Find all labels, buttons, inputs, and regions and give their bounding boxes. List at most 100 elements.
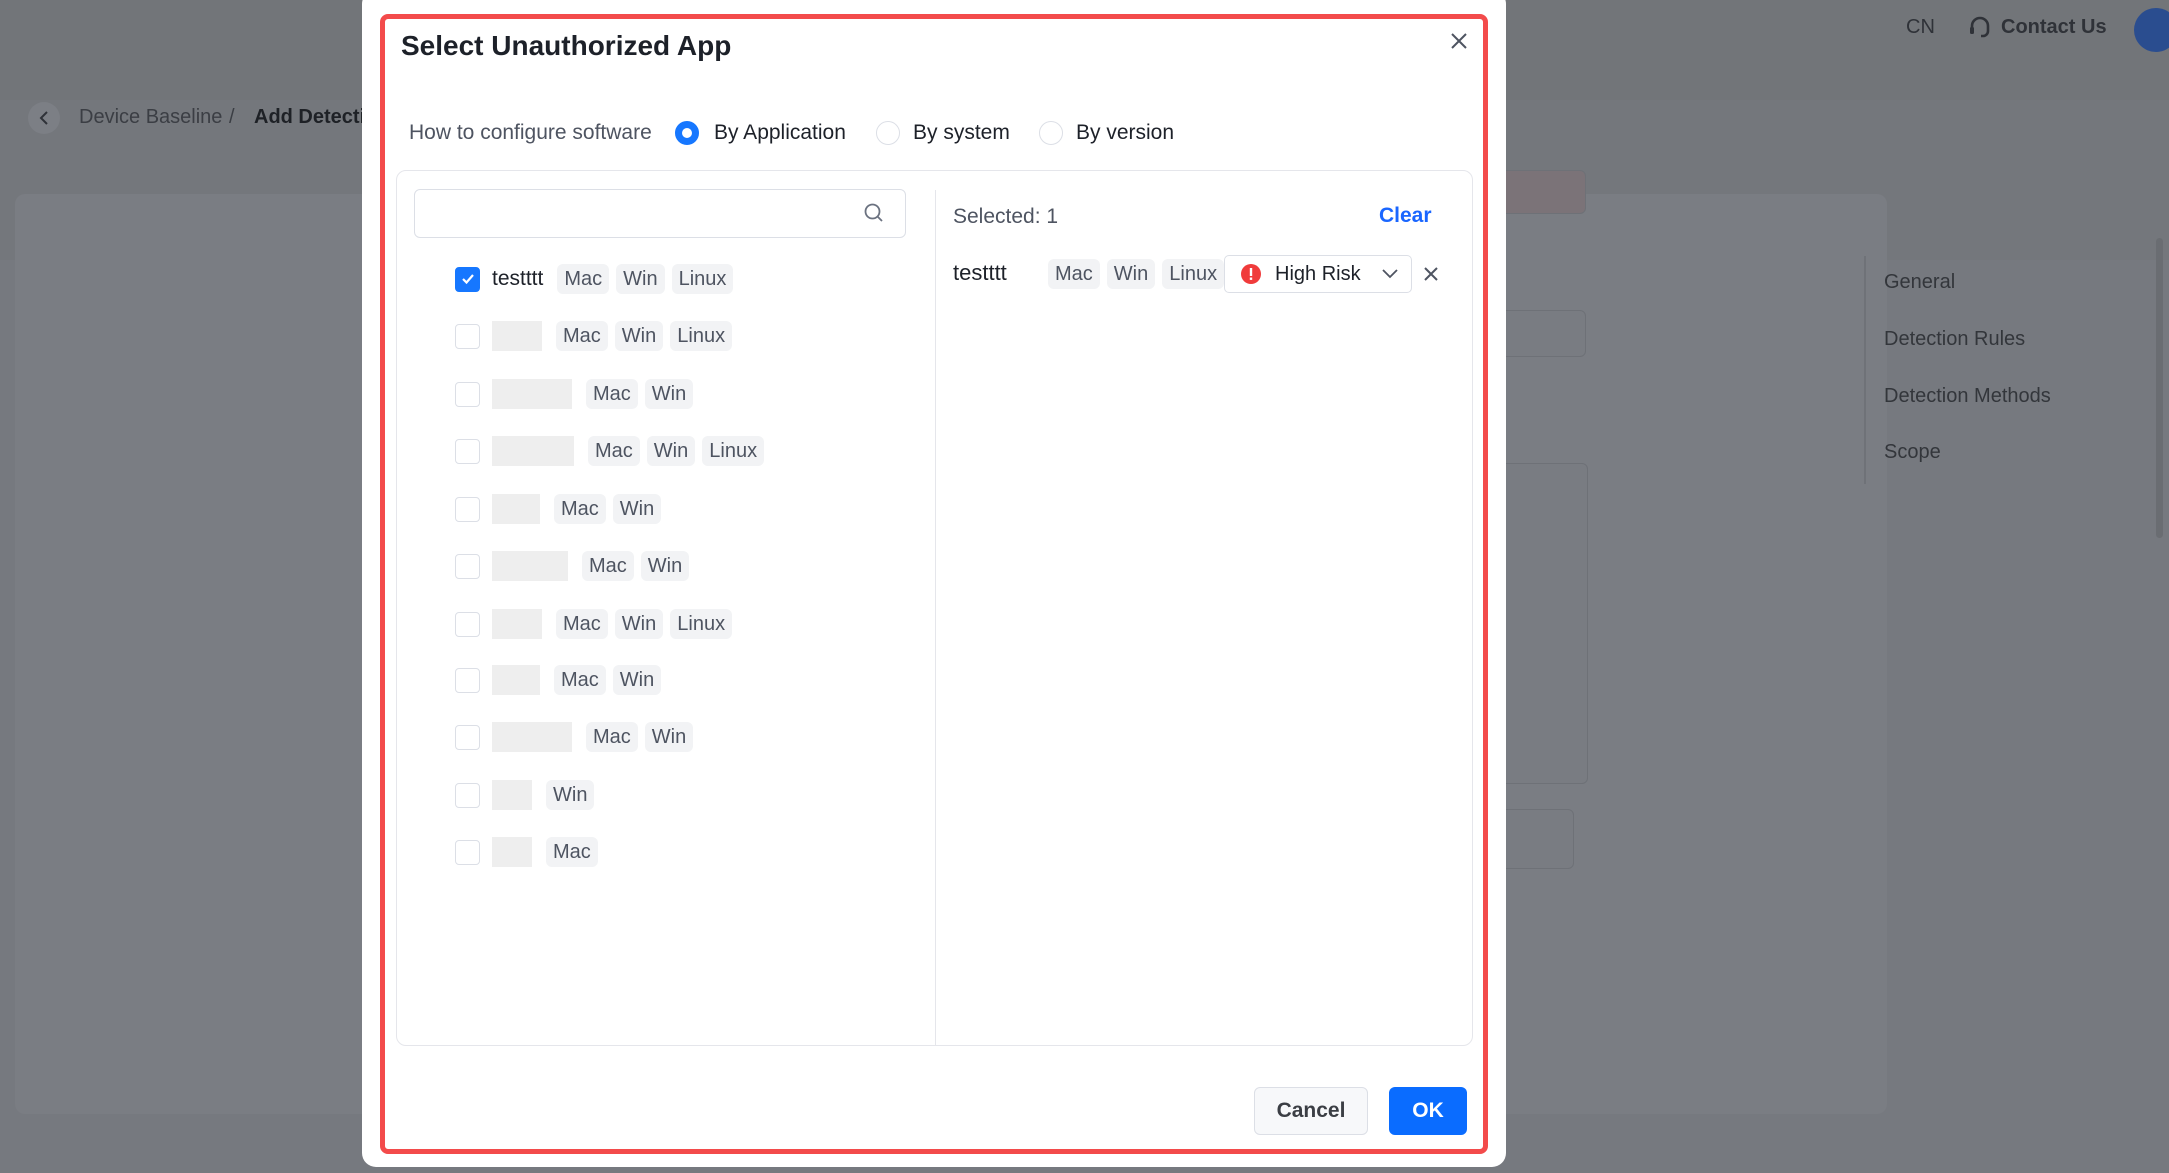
chevron-left-icon (39, 111, 48, 125)
nav-detection-methods[interactable]: Detection Methods (1884, 385, 2051, 408)
redacted-app-name (492, 436, 574, 466)
selected-item-name: testttt (953, 260, 1007, 285)
checkbox[interactable] (455, 496, 480, 522)
breadcrumb-separator: / (229, 106, 235, 128)
list-item[interactable]: Mac Win (455, 664, 668, 696)
tag-mac: Mac (582, 551, 634, 581)
checkbox[interactable] (455, 266, 480, 292)
checkbox[interactable] (455, 782, 480, 808)
tag-linux: Linux (670, 321, 733, 351)
search-icon[interactable] (863, 202, 885, 224)
ok-button[interactable]: OK (1389, 1087, 1467, 1135)
tag-mac: Mac (586, 379, 638, 409)
nav-general[interactable]: General (1884, 271, 1955, 294)
tag-win: Win (640, 551, 690, 581)
tag-linux: Linux (702, 436, 765, 466)
risk-level-value: High Risk (1275, 262, 1361, 285)
platform-tags: Mac Win (586, 722, 700, 752)
checkbox[interactable] (455, 438, 480, 464)
list-item[interactable]: Mac Win (455, 721, 700, 753)
list-item[interactable]: Mac (455, 836, 605, 868)
config-label: How to configure software (409, 121, 652, 144)
tag-linux: Linux (670, 609, 733, 639)
close-icon[interactable] (1446, 28, 1472, 54)
redacted-app-name (492, 379, 572, 409)
clear-button[interactable]: Clear (1379, 204, 1432, 228)
checkbox[interactable] (455, 611, 480, 637)
tag-win: Win (612, 665, 662, 695)
platform-tags: Mac Win (554, 665, 668, 695)
platform-tags: Mac Win Linux (588, 436, 771, 466)
tag-linux: Linux (1162, 259, 1225, 289)
tag-mac: Mac (556, 321, 608, 351)
list-item[interactable]: Mac Win Linux (455, 320, 739, 352)
back-button[interactable] (28, 102, 60, 134)
redacted-app-name (492, 494, 540, 524)
checkbox[interactable] (455, 724, 480, 750)
search-input[interactable] (414, 189, 906, 238)
platform-tags: Mac Win Linux (556, 321, 739, 351)
tag-mac: Mac (586, 722, 638, 752)
tag-win: Win (644, 722, 694, 752)
breadcrumb-item[interactable]: Device Baseline (79, 106, 222, 129)
list-item[interactable]: Mac Win Linux (455, 435, 771, 467)
contact-us-link[interactable]: Contact Us (2001, 16, 2107, 39)
tag-mac: Mac (588, 436, 640, 466)
platform-tags: Mac (546, 837, 605, 867)
app-name: testttt (492, 267, 544, 290)
tag-mac: Mac (554, 494, 606, 524)
radio-by-system[interactable] (876, 121, 900, 145)
tag-mac: Mac (546, 837, 598, 867)
chevron-down-icon (1381, 269, 1398, 279)
nav-scope[interactable]: Scope (1884, 441, 1941, 464)
redacted-app-name (492, 780, 532, 810)
platform-tags: Mac Win (582, 551, 696, 581)
nav-detection-rules[interactable]: Detection Rules (1884, 328, 2025, 351)
check-icon (461, 274, 474, 285)
tag-win: Win (612, 494, 662, 524)
redacted-app-name (492, 665, 540, 695)
nav-line (1864, 256, 1866, 484)
checkbox[interactable] (455, 553, 480, 579)
cancel-button[interactable]: Cancel (1254, 1087, 1368, 1135)
list-item[interactable]: Win (455, 779, 601, 811)
selected-item-tags: Mac Win Linux (1048, 259, 1231, 289)
option-label[interactable]: By Application (714, 121, 846, 145)
checkbox[interactable] (455, 839, 480, 865)
list-item[interactable]: testttt Mac Win Linux (455, 263, 740, 295)
language-toggle[interactable]: CN (1906, 16, 1935, 39)
scrollbar[interactable] (2156, 238, 2163, 538)
checkbox[interactable] (455, 381, 480, 407)
platform-tags: Win (546, 780, 601, 810)
list-item[interactable]: Mac Win (455, 550, 696, 582)
option-label[interactable]: By version (1076, 121, 1174, 145)
tag-win: Win (614, 321, 664, 351)
checkbox[interactable] (455, 667, 480, 693)
tag-win: Win (614, 609, 664, 639)
redacted-app-name (492, 551, 568, 581)
platform-tags: Mac Win (554, 494, 668, 524)
selected-count: Selected: 1 (953, 205, 1059, 228)
redacted-app-name (492, 722, 572, 752)
tag-win: Win (546, 780, 595, 810)
panel-divider (935, 190, 936, 1046)
radio-by-application[interactable] (675, 121, 699, 145)
tag-win: Win (644, 379, 694, 409)
redacted-app-name (492, 321, 542, 351)
risk-level-select[interactable]: High Risk (1224, 255, 1412, 293)
tag-win: Win (1106, 259, 1156, 289)
list-item[interactable]: Mac Win Linux (455, 608, 739, 640)
remove-item-icon[interactable] (1421, 264, 1441, 284)
radio-by-version[interactable] (1039, 121, 1063, 145)
list-item[interactable]: Mac Win (455, 378, 700, 410)
option-label[interactable]: By system (913, 121, 1010, 145)
redacted-app-name (492, 837, 532, 867)
tag-mac: Mac (1048, 259, 1100, 289)
list-item[interactable]: Mac Win (455, 493, 668, 525)
tag-win: Win (616, 264, 665, 294)
platform-tags: Mac Win Linux (557, 264, 740, 294)
tag-mac: Mac (557, 264, 610, 294)
breadcrumb-current: Add Detectic (254, 106, 377, 128)
tag-mac: Mac (554, 665, 606, 695)
checkbox[interactable] (455, 323, 480, 349)
